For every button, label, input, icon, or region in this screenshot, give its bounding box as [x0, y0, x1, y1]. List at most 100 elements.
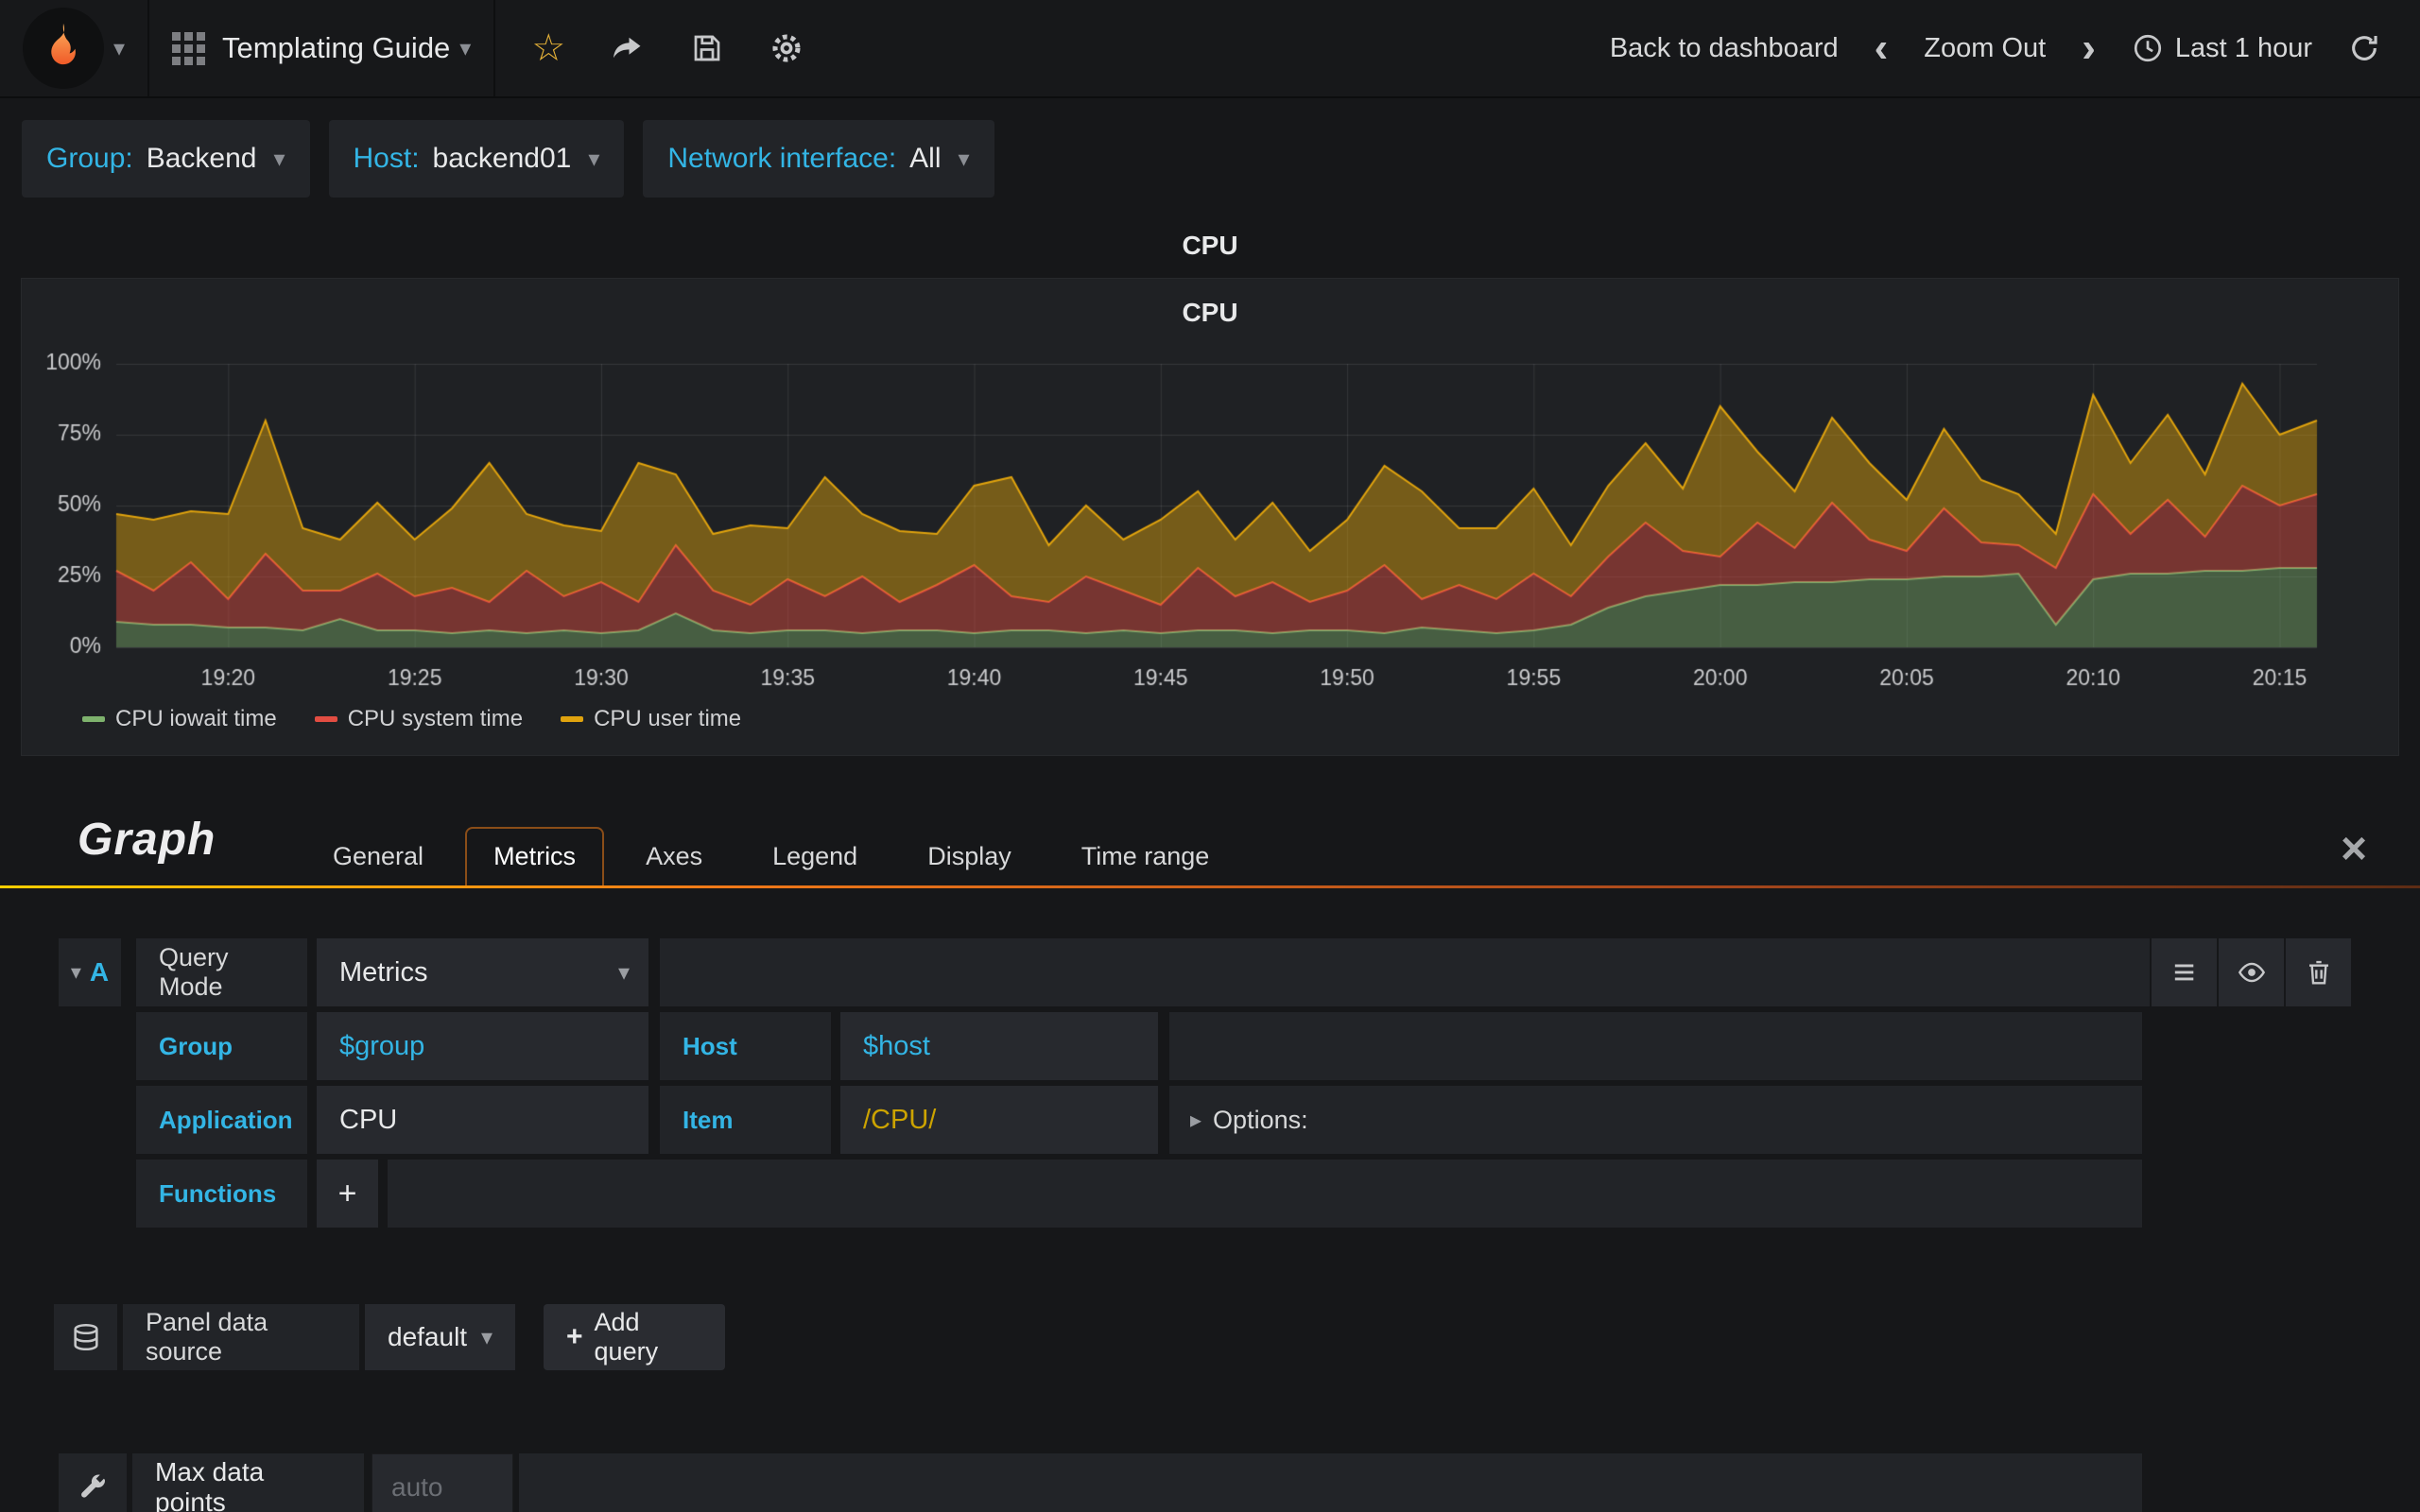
- top-navbar: ▾ Templating Guide ▾ ☆ Back to dashboard…: [0, 0, 2420, 98]
- query-row-a: ▾ A Query Mode Metrics ▾ ≡: [59, 938, 2351, 1006]
- tab-general[interactable]: General: [304, 827, 452, 885]
- template-variables-row: Group: Backend ▾ Host: backend01 ▾ Netwo…: [22, 120, 994, 198]
- add-function-button[interactable]: +: [317, 1160, 378, 1228]
- application-field-value[interactable]: CPU: [317, 1086, 648, 1154]
- refresh-button[interactable]: [2348, 32, 2380, 64]
- settings-icon-cell: [59, 1453, 127, 1512]
- database-icon: [73, 1323, 98, 1351]
- dashboard-title: Templating Guide: [222, 31, 451, 64]
- variable-group-dropdown[interactable]: Group: Backend ▾: [22, 120, 310, 198]
- star-favorite-button[interactable]: ☆: [531, 29, 565, 67]
- row-indent: [59, 1012, 136, 1080]
- query-letter: A: [89, 957, 110, 987]
- panel-editor-header: Graph General Metrics Axes Legend Displa…: [0, 802, 2420, 888]
- query-collapse-toggle[interactable]: ▾ A: [59, 938, 121, 1006]
- query-editor: ▾ A Query Mode Metrics ▾ ≡ Group $group …: [59, 938, 2351, 1233]
- legend-item-system[interactable]: CPU system time: [314, 706, 524, 732]
- variable-label: Host:: [353, 143, 420, 174]
- add-query-label: Add query: [594, 1308, 659, 1366]
- datasource-dropdown[interactable]: default ▾: [365, 1304, 515, 1370]
- legend-label: CPU iowait time: [115, 706, 277, 731]
- options-label: Options:: [1213, 1105, 1308, 1134]
- functions-field-label: Functions: [136, 1160, 307, 1228]
- query-toggle-visibility-button[interactable]: [2219, 938, 2284, 1006]
- caret-down-icon: ▾: [958, 146, 970, 172]
- query-row-filler: [660, 938, 2150, 1006]
- add-query-button[interactable]: + Add query: [544, 1304, 725, 1370]
- clock-icon: [2134, 34, 2161, 62]
- query-row-functions: Functions +: [59, 1160, 2142, 1228]
- legend-label: CPU user time: [594, 706, 742, 731]
- tab-metrics[interactable]: Metrics: [465, 827, 605, 885]
- tab-time-range[interactable]: Time range: [1053, 827, 1238, 885]
- time-shift-left-button[interactable]: ‹: [1875, 27, 1889, 69]
- caret-down-icon: ▾: [588, 146, 600, 172]
- time-shift-right-button[interactable]: ›: [2082, 27, 2096, 69]
- tab-display[interactable]: Display: [899, 827, 1040, 885]
- datasource-value: default: [388, 1322, 468, 1351]
- max-data-points-input[interactable]: [372, 1453, 513, 1512]
- variable-label: Network interface:: [667, 143, 897, 174]
- dashboard-title-menu[interactable]: Templating Guide ▾: [149, 0, 496, 96]
- zoom-out-button[interactable]: Zoom Out: [1924, 33, 2046, 64]
- host-field-value[interactable]: $host: [840, 1012, 1158, 1080]
- query-row-group-host: Group $group Host $host: [59, 1012, 2142, 1080]
- tab-axes[interactable]: Axes: [617, 827, 731, 885]
- item-field-label: Item: [660, 1086, 831, 1154]
- query-delete-button[interactable]: [2286, 938, 2351, 1006]
- settings-row-filler: [519, 1453, 2142, 1512]
- legend-item-iowait[interactable]: CPU iowait time: [82, 706, 277, 732]
- legend-swatch-icon: [561, 716, 584, 722]
- max-data-points-label: Max data points: [132, 1453, 364, 1512]
- group-field-value[interactable]: $group: [317, 1012, 648, 1080]
- plus-icon: +: [566, 1321, 583, 1352]
- variable-netif-dropdown[interactable]: Network interface: All ▾: [643, 120, 994, 198]
- row-indent: [59, 1086, 136, 1154]
- query-row-application-item: Application CPU Item /CPU/ ▸ Options:: [59, 1086, 2142, 1154]
- cpu-usage-chart[interactable]: [29, 351, 2364, 710]
- tab-legend[interactable]: Legend: [744, 827, 886, 885]
- editor-accent-rule: [0, 885, 2420, 888]
- row-indent: [59, 1160, 136, 1228]
- chart-title: CPU: [1182, 298, 1238, 327]
- query-menu-button[interactable]: ≡: [2152, 938, 2217, 1006]
- grafana-logo-icon: [23, 8, 104, 89]
- variable-host-dropdown[interactable]: Host: backend01 ▾: [328, 120, 625, 198]
- share-button[interactable]: [611, 31, 645, 65]
- legend-item-user[interactable]: CPU user time: [561, 706, 741, 732]
- trash-icon: [2308, 960, 2328, 985]
- dashboard-grid-icon: [172, 31, 206, 65]
- close-editor-button[interactable]: ×: [2341, 827, 2367, 872]
- caret-down-icon: ▾: [273, 146, 285, 172]
- navbar-action-icons: ☆: [495, 0, 839, 96]
- editor-tabs: General Metrics Axes Legend Display Time…: [304, 827, 1237, 885]
- item-field-value[interactable]: /CPU/: [840, 1086, 1158, 1154]
- variable-value: backend01: [432, 143, 572, 174]
- legend-swatch-icon: [314, 716, 337, 722]
- variable-value: All: [909, 143, 942, 174]
- variable-label: Group:: [46, 143, 133, 174]
- legend-label: CPU system time: [347, 706, 524, 731]
- editor-panel-type-title: Graph: [78, 815, 216, 865]
- settings-gear-button[interactable]: [769, 31, 804, 65]
- panel-datasource-row: Panel data source default ▾ + Add query: [54, 1304, 725, 1370]
- grafana-logo-menu[interactable]: ▾: [0, 0, 150, 96]
- query-mode-dropdown[interactable]: Metrics ▾: [317, 938, 648, 1006]
- back-to-dashboard-button[interactable]: Back to dashboard: [1610, 33, 1839, 64]
- time-range-label: Last 1 hour: [2174, 32, 2312, 63]
- panel-header-title[interactable]: CPU: [0, 231, 2420, 261]
- caret-down-icon: ▾: [70, 960, 81, 984]
- query-row-filler: [1169, 1012, 2142, 1080]
- options-toggle[interactable]: ▸ Options:: [1169, 1086, 2142, 1154]
- save-button[interactable]: [690, 31, 724, 65]
- hamburger-icon: ≡: [2172, 952, 2196, 993]
- datasource-label: Panel data source: [123, 1304, 359, 1370]
- host-field-label: Host: [660, 1012, 831, 1080]
- time-range-picker[interactable]: Last 1 hour: [2132, 32, 2312, 64]
- query-mode-label: Query Mode: [136, 938, 307, 1006]
- caret-down-icon: ▾: [617, 959, 630, 986]
- title-caret-icon: ▾: [459, 35, 472, 61]
- navbar-right-controls: Back to dashboard ‹ Zoom Out › Last 1 ho…: [1610, 0, 2420, 96]
- datasource-icon-cell: [54, 1304, 117, 1370]
- caret-right-icon: ▸: [1190, 1107, 1202, 1133]
